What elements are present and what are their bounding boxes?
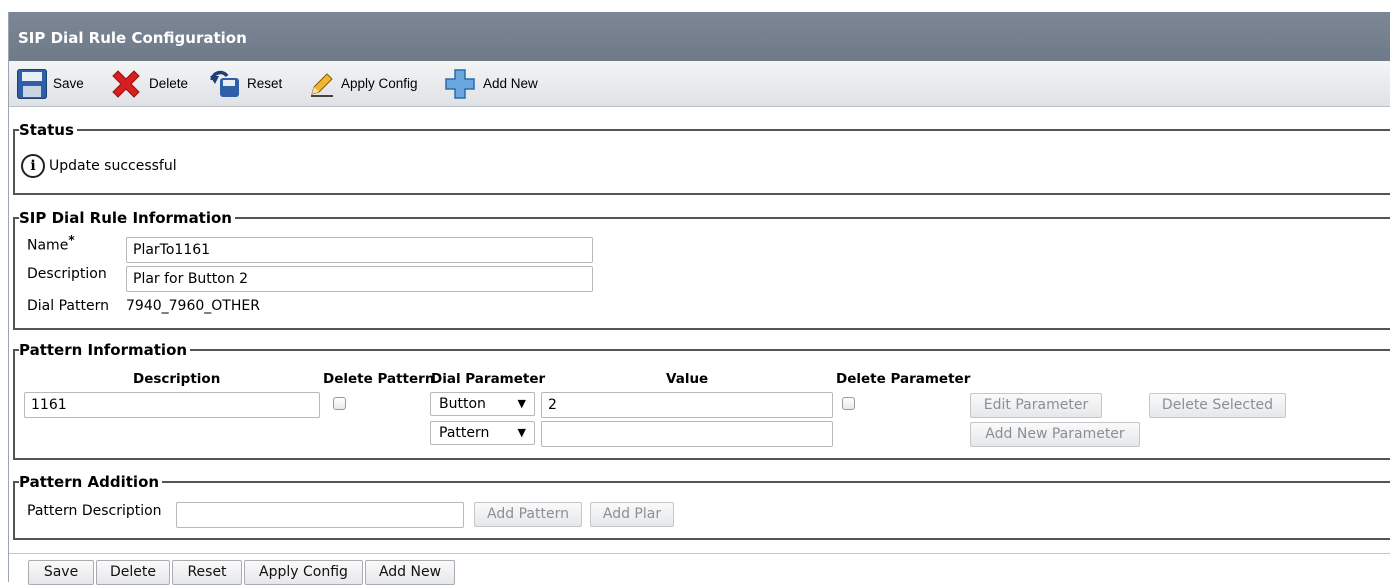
apply-config-button[interactable]: Apply Config (244, 560, 363, 585)
bottom-action-bar: Save Delete Reset Apply Config Add New (9, 553, 1390, 585)
toolbar: Save Delete Reset Apply Config Add New (9, 61, 1390, 107)
delete-pattern-checkbox[interactable] (333, 397, 346, 410)
delete-icon (112, 69, 140, 98)
name-label-text: Name (27, 237, 69, 254)
name-field[interactable] (126, 237, 593, 263)
pencil-icon (311, 72, 333, 97)
toolbar-add-new-button[interactable]: Add New (443, 61, 538, 106)
status-legend: Status (19, 120, 77, 140)
dial-pattern-value: 7940_7960_OTHER (126, 298, 260, 314)
rule-info-legend: SIP Dial Rule Information (19, 208, 235, 228)
toolbar-add-new-label: Add New (483, 76, 538, 91)
col-delete-pattern: Delete Pattern (323, 371, 435, 387)
pattern-addition-group: Pattern Addition Pattern Description Add… (13, 472, 1390, 540)
pattern-addition-legend: Pattern Addition (19, 472, 163, 492)
pattern-info-group: Pattern Information Description Delete P… (13, 340, 1390, 460)
pattern-addition-label: Pattern Description (27, 503, 162, 519)
status-group: Status i Update successful (13, 120, 1390, 195)
add-plar-button[interactable]: Add Plar (590, 502, 674, 527)
description-field[interactable] (126, 266, 593, 292)
dial-pattern-label: Dial Pattern (27, 298, 109, 314)
reset-button[interactable]: Reset (172, 560, 242, 585)
dial-parameter-select-1-value: Button (439, 396, 486, 412)
dial-parameter-select-1[interactable]: Button ▼ (430, 392, 535, 416)
dropdown-arrow-icon: ▼ (517, 426, 526, 439)
description-label: Description (27, 266, 107, 282)
info-icon: i (21, 154, 45, 178)
add-new-button[interactable]: Add New (365, 560, 455, 585)
save-icon (17, 68, 47, 99)
dropdown-arrow-icon: ▼ (517, 397, 526, 410)
name-label: Name* (27, 233, 75, 254)
col-description: Description (133, 371, 221, 387)
add-pattern-button[interactable]: Add Pattern (474, 502, 582, 527)
save-button[interactable]: Save (28, 560, 94, 585)
page-title: SIP Dial Rule Configuration (9, 12, 1390, 61)
col-value: Value (666, 371, 709, 387)
edit-parameter-button[interactable]: Edit Parameter (970, 393, 1102, 418)
required-mark: * (68, 233, 75, 247)
toolbar-delete-label: Delete (149, 76, 189, 91)
toolbar-save-button[interactable]: Save (17, 61, 84, 106)
parameter-value-field-2[interactable] (541, 421, 833, 447)
status-row: i Update successful (21, 154, 177, 178)
toolbar-apply-config-button[interactable]: Apply Config (309, 61, 418, 106)
toolbar-reset-label: Reset (247, 76, 283, 91)
status-message: Update successful (49, 158, 177, 174)
pattern-description-field[interactable] (24, 392, 320, 418)
delete-button[interactable]: Delete (96, 560, 170, 585)
delete-parameter-checkbox-1[interactable] (842, 397, 855, 410)
dial-parameter-select-2[interactable]: Pattern ▼ (430, 421, 535, 445)
config-window: SIP Dial Rule Configuration Save Delete … (8, 12, 1390, 585)
pattern-info-legend: Pattern Information (19, 340, 191, 360)
toolbar-apply-config-label: Apply Config (341, 76, 418, 91)
dial-parameter-select-2-value: Pattern (439, 425, 490, 441)
reset-icon (210, 70, 239, 97)
col-delete-parameter: Delete Parameter (836, 371, 971, 387)
rule-info-group: SIP Dial Rule Information Name* Descript… (13, 208, 1390, 330)
toolbar-reset-button[interactable]: Reset (209, 61, 282, 106)
toolbar-save-label: Save (53, 76, 84, 91)
delete-selected-button[interactable]: Delete Selected (1149, 393, 1286, 418)
plus-icon (445, 68, 475, 99)
col-dial-parameter: Dial Parameter (431, 371, 546, 387)
toolbar-delete-button[interactable]: Delete (109, 61, 188, 106)
parameter-value-field-1[interactable] (541, 392, 833, 418)
add-new-parameter-button[interactable]: Add New Parameter (970, 422, 1140, 447)
pattern-addition-field[interactable] (176, 502, 464, 528)
